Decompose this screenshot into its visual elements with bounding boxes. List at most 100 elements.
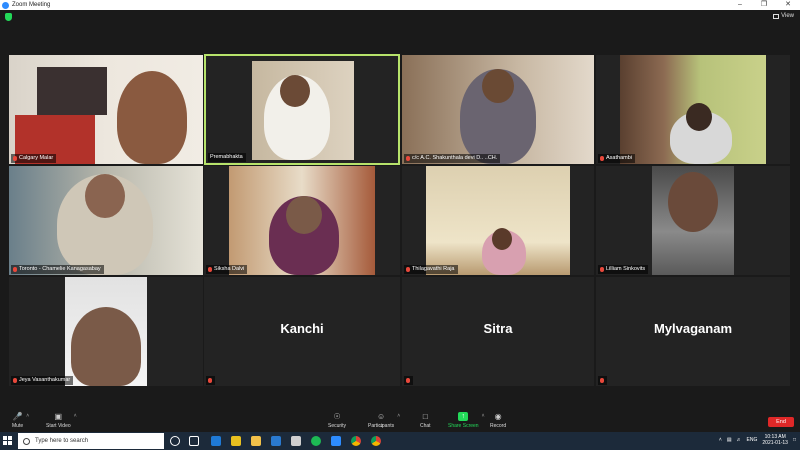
share-screen-button[interactable]: ↑ Share Screen ˄ [448, 412, 485, 429]
participants-button[interactable]: ☺12 Participants ˄ [368, 412, 400, 429]
participant-video [252, 61, 354, 160]
participant-face [85, 174, 125, 218]
mic-muted-icon [13, 156, 17, 161]
participant-nametag: Lilliam Sinkovits [598, 265, 649, 274]
tray-overflow-icon[interactable]: ˄ [719, 437, 722, 443]
taskbar-search-box[interactable]: Type here to search [18, 433, 164, 449]
mic-muted-icon [406, 267, 410, 272]
participant-nametag: Jeya Vasanthakumar [11, 376, 74, 385]
view-button[interactable]: View [773, 13, 794, 19]
microphone-icon: 🎤 [12, 412, 23, 421]
participant-tile-active-speaker[interactable]: Premabhakta [204, 54, 400, 165]
zoom-app-icon [2, 1, 9, 9]
participant-nametag [206, 376, 215, 385]
start-video-button[interactable]: ▣ Start Video ˄ [46, 412, 77, 429]
participant-tile[interactable]: Thilagavathi Raja [402, 166, 594, 275]
end-meeting-button[interactable]: End [768, 417, 794, 427]
cortana-icon[interactable] [170, 436, 180, 446]
wall-poster [37, 67, 107, 115]
participant-nametag [404, 376, 413, 385]
mic-muted-icon [600, 378, 604, 383]
taskbar-clock[interactable]: 10:13 AM 2021-01-13 [762, 434, 788, 446]
mic-muted-icon [208, 267, 212, 272]
search-icon [23, 437, 30, 445]
participant-face [280, 75, 310, 107]
participant-face [686, 103, 712, 131]
video-options-caret[interactable]: ˄ [74, 413, 77, 419]
participant-display-name: Sitra [483, 321, 513, 336]
spotify-icon[interactable] [311, 436, 321, 446]
participant-person [117, 71, 187, 164]
volume-icon[interactable]: ♬ [737, 437, 742, 443]
participant-face [71, 307, 141, 386]
participant-tile[interactable]: Siksha Dalvi [204, 166, 400, 275]
zoom-taskbar-icon[interactable] [331, 436, 341, 446]
participant-nametag: Siksha Dalvi [206, 265, 248, 274]
participant-tile[interactable]: Lilliam Sinkovits [596, 166, 790, 275]
participant-video [620, 55, 766, 164]
file-explorer-icon[interactable] [251, 436, 261, 446]
participant-tile[interactable]: Toronto - Chamelie Kanagasabay [9, 166, 203, 275]
mic-muted-icon [600, 267, 604, 272]
participants-icon: ☺12 [376, 412, 386, 428]
chat-bubble-icon: □ [422, 412, 428, 421]
participant-display-name: Mylvaganam [653, 321, 733, 336]
participant-nametag [598, 376, 607, 385]
mic-muted-icon [13, 267, 17, 272]
participant-tile[interactable]: Jeya Vasanthakumar [9, 277, 203, 386]
network-icon[interactable]: ▤ [727, 437, 732, 443]
chrome-profile-icon[interactable] [371, 436, 381, 446]
window-titlebar: Zoom Meeting – ❐ ✕ [0, 0, 800, 10]
minimize-button[interactable]: – [728, 0, 752, 10]
participant-face [492, 228, 512, 250]
mute-button[interactable]: 🎤 Mute ˄ [12, 412, 29, 429]
window-title: Zoom Meeting [12, 2, 51, 8]
participant-tile[interactable]: Asathambi [596, 55, 790, 164]
mail-icon[interactable] [271, 436, 281, 446]
participant-face [286, 196, 322, 234]
shield-icon: ☉ [333, 412, 341, 421]
participant-video [229, 166, 375, 275]
view-label: View [781, 13, 794, 19]
participant-nametag: Toronto - Chamelie Kanagasabay [11, 265, 104, 274]
share-screen-icon: ↑ [458, 412, 469, 421]
participant-nametag: Premabhakta [208, 153, 246, 162]
close-button[interactable]: ✕ [776, 0, 800, 10]
task-view-icon[interactable] [189, 436, 199, 446]
record-button[interactable]: ◉ Record [490, 412, 506, 429]
participant-video [426, 166, 570, 275]
participants-options-caret[interactable]: ˄ [397, 413, 400, 419]
gallery-view: Calgary Malar Premabhakta c/c A.C. Shaku… [0, 54, 800, 388]
participant-tile-video-off[interactable]: Kanchi [204, 277, 400, 386]
notification-icon[interactable]: □ [793, 437, 796, 443]
clock-date: 2021-01-13 [762, 440, 788, 446]
participant-video [652, 166, 734, 275]
edge-browser-icon[interactable] [211, 436, 221, 446]
participant-tile-video-off[interactable]: Mylvaganam [596, 277, 790, 386]
chrome-icon[interactable] [351, 436, 361, 446]
participant-tile-video-off[interactable]: Sitra [402, 277, 594, 386]
chat-button[interactable]: □ Chat [420, 412, 431, 429]
windows-start-icon[interactable] [3, 436, 13, 446]
meeting-header: View [0, 10, 800, 26]
shield-icon[interactable] [5, 13, 12, 21]
participant-tile[interactable]: c/c A.C. Shakunthala devi D.. ..CH. [402, 55, 594, 164]
security-button[interactable]: ☉ Security [328, 412, 346, 429]
mic-muted-icon [600, 156, 604, 161]
mic-muted-icon [208, 378, 212, 383]
mic-muted-icon [406, 156, 410, 161]
language-indicator[interactable]: ENG [747, 437, 758, 443]
participant-video [402, 55, 594, 164]
system-tray: ˄ ▤ ♬ ENG 10:13 AM 2021-01-13 □ [719, 434, 796, 446]
store-icon[interactable] [231, 436, 241, 446]
mute-options-caret[interactable]: ˄ [26, 413, 29, 419]
participant-tile[interactable]: Calgary Malar [9, 55, 203, 164]
maximize-button[interactable]: ❐ [752, 0, 776, 10]
share-options-caret[interactable]: ˄ [482, 413, 485, 419]
gallery-view-icon [773, 13, 780, 19]
participant-video [9, 55, 203, 164]
participant-video [9, 166, 203, 275]
windows-taskbar: Type here to search ˄ ▤ ♬ ENG 10:13 AM 2… [0, 432, 800, 450]
participant-face [482, 69, 514, 103]
notepad-icon[interactable] [291, 436, 301, 446]
